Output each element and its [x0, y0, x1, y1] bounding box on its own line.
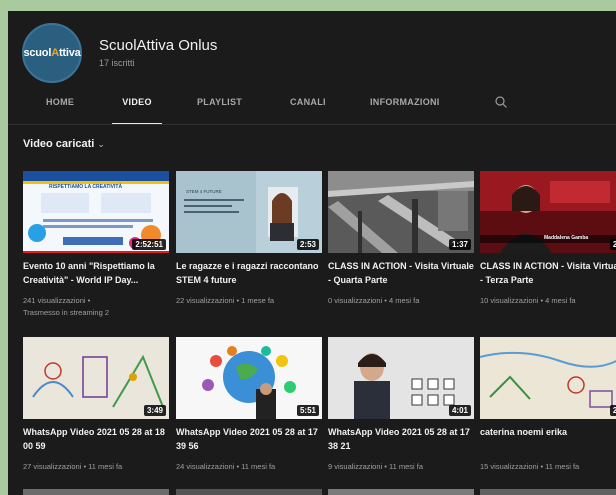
video-title[interactable]: WhatsApp Video 2021 05 28 at 17 39 56 [176, 425, 322, 453]
tabs-divider [8, 124, 616, 125]
chevron-down-icon: ⌄ [97, 139, 105, 149]
video-thumbnail-partial[interactable] [176, 489, 322, 495]
video-thumbnail[interactable]: 1:37 [328, 171, 474, 253]
channel-header: scuolAttiva ScuolAttiva Onlus 17 iscritt… [8, 11, 616, 91]
video-streamed-date: Trasmesso in streaming 2 [23, 308, 110, 317]
video-meta: 22 visualizzazioni • 1 mese fa [176, 296, 275, 305]
video-thumbnail[interactable]: 5:51 [176, 337, 322, 419]
video-meta: 9 visualizzazioni • 11 mesi fa [328, 462, 424, 471]
video-duration: 4:01 [448, 405, 471, 416]
video-meta: 10 visualizzazioni • 4 mesi fa [480, 296, 576, 305]
search-icon[interactable] [494, 95, 508, 109]
video-title[interactable]: CLASS IN ACTION - Visita Virtuale - Quar… [328, 259, 474, 287]
video-duration: 2: [609, 405, 616, 416]
video-card[interactable]: STEM 4 FUTURE 2:53 Le ragazze e i ragazz… [176, 171, 322, 321]
channel-tabs: HOME VIDEO PLAYLIST CANALI INFORMAZIONI [8, 91, 616, 125]
video-thumbnail-partial[interactable] [328, 489, 474, 495]
video-duration: 2:53 [296, 239, 319, 250]
video-duration: 2: [609, 239, 616, 250]
video-thumbnail-partial[interactable] [23, 489, 169, 495]
channel-name: ScuolAttiva Onlus [99, 37, 218, 54]
video-card[interactable]: RISPETTIAMO LA CREATIVITÀ 2:52:51 Evento… [23, 171, 169, 321]
video-card[interactable]: 4:01 WhatsApp Video 2021 05 28 at 17 38 … [328, 337, 474, 487]
tab-channels[interactable]: CANALI [290, 91, 326, 125]
video-card[interactable]: 2: caterina noemi erika 15 visualizzazio… [480, 337, 616, 487]
video-title[interactable]: Evento 10 anni "Rispettiamo la Creativit… [23, 259, 169, 287]
thumbnail-image [480, 337, 616, 419]
thumbnail-caption: STEM 4 FUTURE [186, 189, 222, 194]
channel-avatar[interactable]: scuolAttiva [22, 23, 82, 83]
video-duration: 2:52:51 [132, 239, 166, 250]
uploads-sort-dropdown[interactable]: Video caricati ⌄ [23, 138, 105, 150]
video-meta: 0 visualizzazioni • 4 mesi fa [328, 296, 420, 305]
video-duration: 1:37 [448, 239, 471, 250]
video-card[interactable]: 5:51 WhatsApp Video 2021 05 28 at 17 39 … [176, 337, 322, 487]
video-card[interactable]: 3:49 WhatsApp Video 2021 05 28 at 18 00 … [23, 337, 169, 487]
video-thumbnail[interactable]: 3:49 [23, 337, 169, 419]
youtube-channel-page: scuolAttiva ScuolAttiva Onlus 17 iscritt… [8, 11, 616, 495]
video-views: 241 visualizzazioni • [23, 296, 91, 305]
tab-playlist[interactable]: PLAYLIST [197, 91, 242, 125]
video-title[interactable]: caterina noemi erika [480, 425, 616, 439]
video-card[interactable]: 1:37 CLASS IN ACTION - Visita Virtuale -… [328, 171, 474, 321]
tab-info[interactable]: INFORMAZIONI [370, 91, 440, 125]
video-thumbnail[interactable]: RISPETTIAMO LA CREATIVITÀ 2:52:51 [23, 171, 169, 253]
video-meta: 24 visualizzazioni • 11 mesi fa [176, 462, 276, 471]
video-thumbnail-partial[interactable] [480, 489, 616, 495]
video-meta: 241 visualizzazioni • Trasmesso in strea… [23, 295, 169, 319]
video-thumbnail[interactable]: 4:01 [328, 337, 474, 419]
video-thumbnail[interactable]: 2: [480, 337, 616, 419]
video-thumbnail[interactable]: Maddalena Gamba 2: [480, 171, 616, 253]
video-title[interactable]: Le ragazze e i ragazzi raccontano STEM 4… [176, 259, 322, 287]
video-card[interactable]: Maddalena Gamba 2: CLASS IN ACTION - Vis… [480, 171, 616, 321]
video-meta: 15 visualizzazioni • 11 mesi fa [480, 462, 580, 471]
tab-video[interactable]: VIDEO [112, 91, 162, 125]
channel-logo: scuolAttiva [23, 47, 81, 59]
thumbnail-caption: RISPETTIAMO LA CREATIVITÀ [49, 184, 123, 190]
video-title[interactable]: WhatsApp Video 2021 05 28 at 18 00 59 [23, 425, 169, 453]
watch-progress-bar [23, 251, 169, 253]
tab-home[interactable]: HOME [46, 91, 74, 125]
video-duration: 3:49 [143, 405, 166, 416]
video-thumbnail[interactable]: STEM 4 FUTURE 2:53 [176, 171, 322, 253]
video-title[interactable]: CLASS IN ACTION - Visita Virtuale - Terz… [480, 259, 616, 287]
video-title[interactable]: WhatsApp Video 2021 05 28 at 17 38 21 [328, 425, 474, 453]
thumbnail-caption: Maddalena Gamba [544, 235, 589, 241]
video-duration: 5:51 [296, 405, 319, 416]
section-title: Video caricati [23, 138, 95, 150]
video-meta: 27 visualizzazioni • 11 mesi fa [23, 462, 123, 471]
subscriber-count: 17 iscritti [99, 58, 135, 68]
